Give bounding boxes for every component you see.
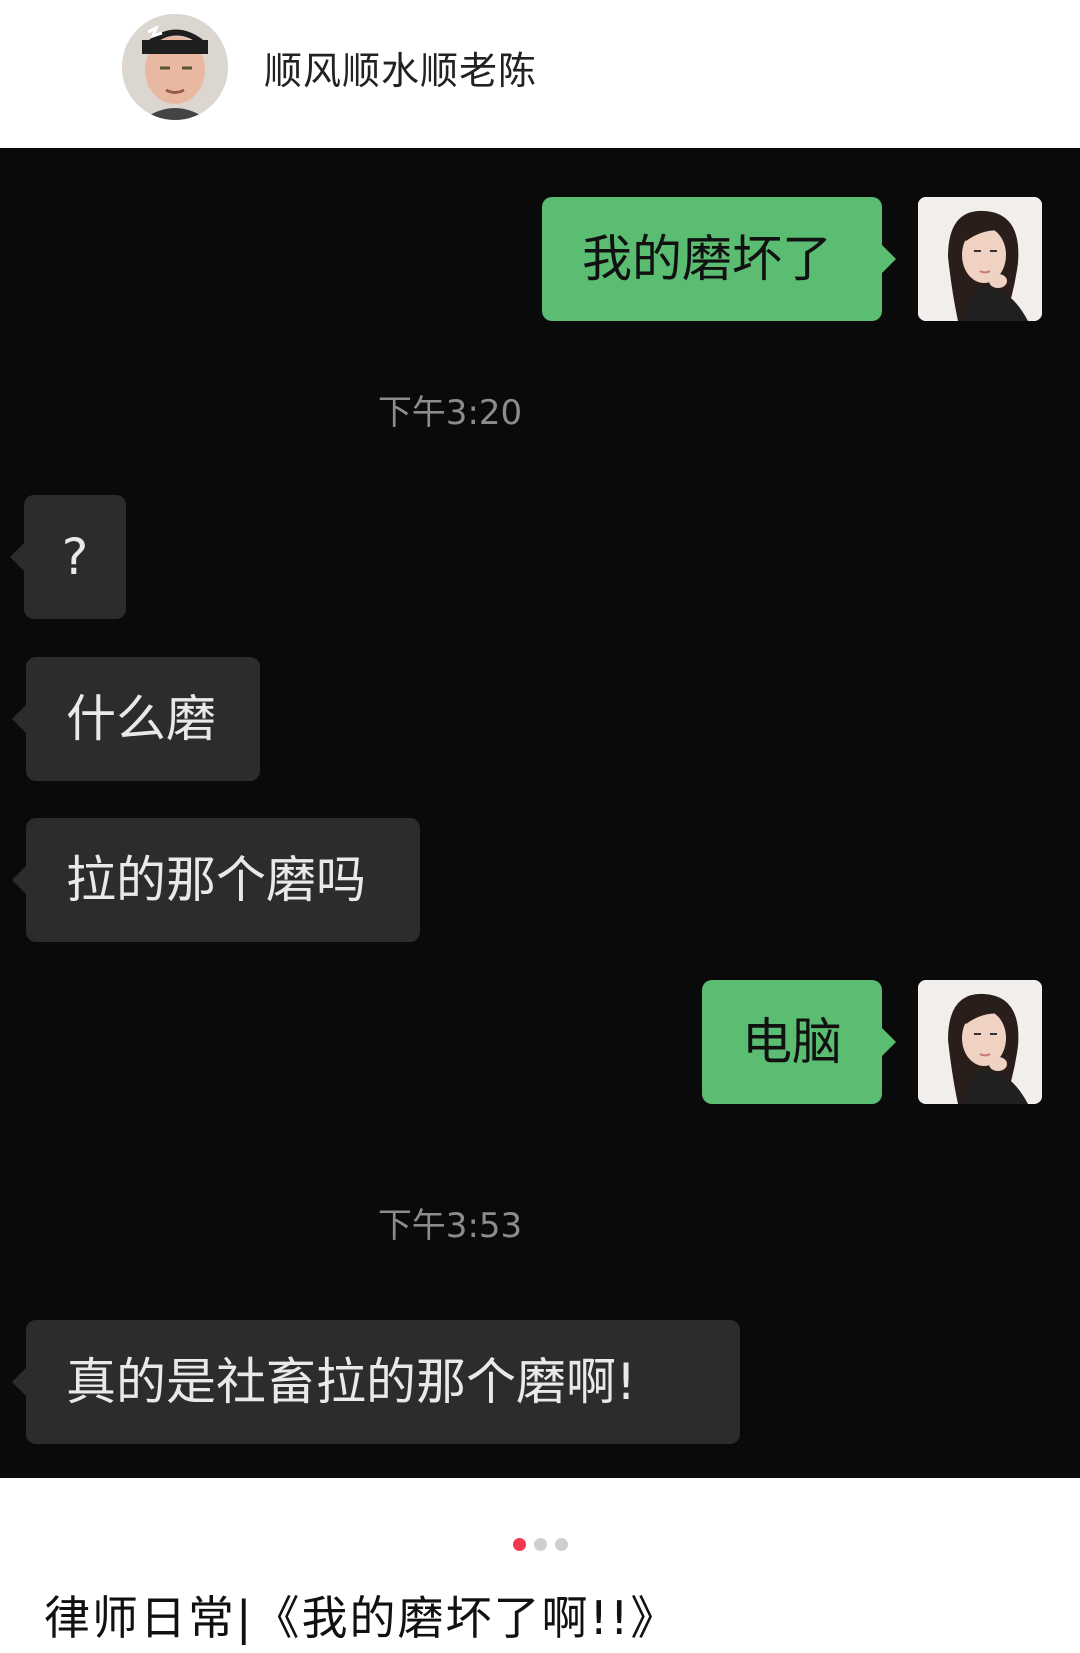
- post-header: 顺风顺水顺老陈: [0, 0, 1080, 148]
- pager-dot[interactable]: [554, 1538, 568, 1551]
- person-icon: [122, 14, 228, 120]
- pager-dot[interactable]: [533, 1538, 547, 1551]
- author-name[interactable]: 顺风顺水顺老陈: [264, 40, 537, 95]
- timestamp: 下午3:53: [377, 1206, 523, 1246]
- timestamp: 下午3:20: [377, 393, 523, 433]
- pager-dot-active[interactable]: [512, 1538, 526, 1551]
- message-bubble-incoming: 拉的那个磨吗: [12, 818, 420, 942]
- image-pager[interactable]: [0, 1536, 1080, 1555]
- author-avatar[interactable]: [122, 14, 228, 120]
- message-bubble-incoming: 什么磨: [12, 657, 260, 781]
- message-bubble-incoming: 真的是社畜拉的那个磨啊!: [12, 1320, 740, 1444]
- post-caption: 律师日常|《我的磨坏了啊!!》: [44, 1591, 679, 1645]
- chat-screenshot: 我的磨坏了 下午3:20 ? 什么磨 拉的那个磨吗 电脑 下午3:53 真的是社…: [0, 148, 1080, 1478]
- person-icon: [918, 980, 1042, 1104]
- my-avatar: [918, 197, 1042, 321]
- message-bubble-outgoing: 我的磨坏了: [542, 197, 896, 321]
- message-bubble-incoming: ?: [10, 495, 126, 619]
- message-bubble-outgoing: 电脑: [702, 980, 896, 1104]
- post-footer: 律师日常|《我的磨坏了啊!!》: [0, 1478, 1080, 1653]
- person-icon: [918, 197, 1042, 321]
- my-avatar: [918, 980, 1042, 1104]
